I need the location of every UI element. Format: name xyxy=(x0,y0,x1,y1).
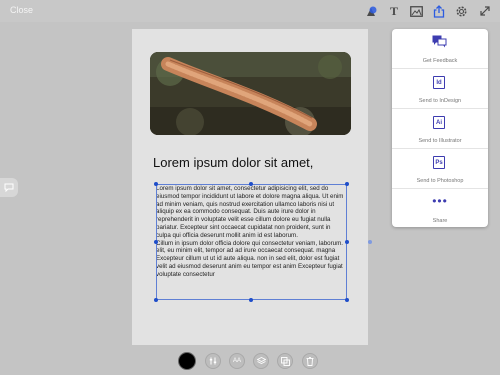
resize-handle-right[interactable] xyxy=(345,240,349,244)
share-icon[interactable] xyxy=(432,4,446,18)
indesign-icon: Id xyxy=(433,76,445,89)
illustrator-icon: Ai xyxy=(433,116,445,129)
fern-photo[interactable] xyxy=(150,52,351,135)
text-icon[interactable]: T xyxy=(387,4,401,18)
duplicate-icon[interactable] xyxy=(277,353,293,369)
resize-handle-left[interactable] xyxy=(154,240,158,244)
fern-image xyxy=(150,52,351,135)
get-feedback-label: Get Feedback xyxy=(422,58,458,64)
resize-handle-top-left[interactable] xyxy=(154,182,158,186)
resize-handle-bottom-left[interactable] xyxy=(154,298,158,302)
document-heading[interactable]: Lorem ipsum dolor sit amet, xyxy=(153,155,313,170)
settings-icon[interactable] xyxy=(454,4,468,18)
send-to-indesign-item[interactable]: Id Send to InDesign xyxy=(392,69,488,109)
page-edge-handle[interactable] xyxy=(368,240,372,244)
layers-icon[interactable] xyxy=(253,353,269,369)
comment-icon xyxy=(4,179,14,197)
color-swatch[interactable] xyxy=(178,352,196,370)
send-to-photoshop-item[interactable]: Ps Send to Photoshop xyxy=(392,149,488,189)
top-toolbar: Close T xyxy=(0,0,500,22)
share-menu: Get Feedback Id Send to InDesign Ai Send… xyxy=(392,29,488,227)
send-to-indesign-label: Send to InDesign xyxy=(418,98,462,104)
expand-icon[interactable] xyxy=(478,4,492,18)
trash-icon[interactable] xyxy=(302,353,318,369)
bottom-toolbar xyxy=(0,347,500,375)
send-to-illustrator-item[interactable]: Ai Send to Illustrator xyxy=(392,109,488,149)
get-feedback-item[interactable]: Get Feedback xyxy=(392,29,488,69)
share-label: Share xyxy=(432,218,448,224)
resize-handle-top-right[interactable] xyxy=(345,182,349,186)
share-item[interactable]: ••• Share xyxy=(392,189,488,227)
text-selection-box xyxy=(156,184,347,300)
comments-panel-tab[interactable] xyxy=(0,178,18,197)
resize-handle-bottom[interactable] xyxy=(249,298,253,302)
photoshop-icon: Ps xyxy=(433,156,445,169)
feedback-icon xyxy=(432,35,447,53)
close-button[interactable]: Close xyxy=(10,5,33,15)
font-size-icon[interactable]: AA xyxy=(229,353,245,369)
more-icon: ••• xyxy=(432,194,448,208)
adjust-icon[interactable] xyxy=(205,353,221,369)
shapes-icon[interactable] xyxy=(364,4,378,18)
send-to-photoshop-label: Send to Photoshop xyxy=(416,178,464,184)
send-to-illustrator-label: Send to Illustrator xyxy=(418,138,462,144)
resize-handle-bottom-right[interactable] xyxy=(345,298,349,302)
image-icon[interactable] xyxy=(409,4,423,18)
resize-handle-top[interactable] xyxy=(249,182,253,186)
